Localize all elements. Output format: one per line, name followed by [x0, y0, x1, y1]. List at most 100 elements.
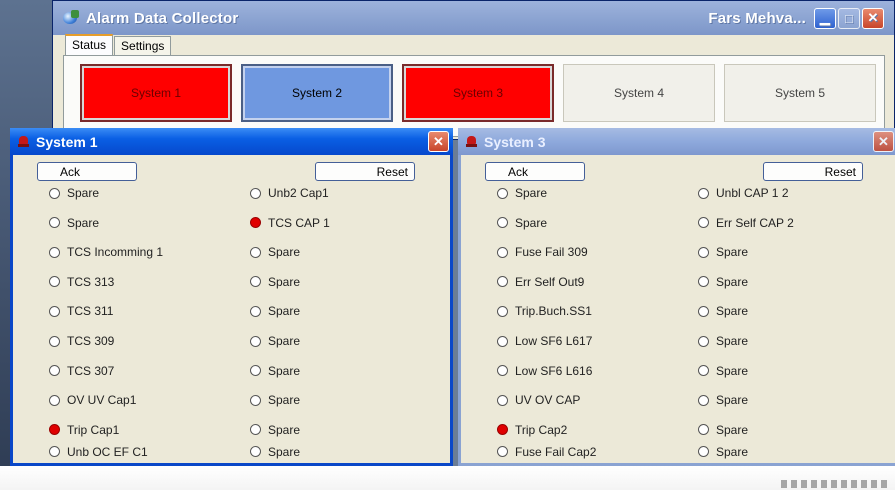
tab-status[interactable]: Status — [65, 34, 114, 55]
alarm-item[interactable]: Spare — [698, 423, 748, 437]
alarm-indicator[interactable] — [497, 187, 508, 199]
alarm-indicator[interactable] — [250, 365, 261, 377]
alarm-item[interactable]: Trip Cap2 — [497, 423, 567, 437]
alarm-item[interactable]: Unb2 Cap1 — [250, 186, 329, 200]
alarm-indicator[interactable] — [698, 365, 709, 377]
alarm-item[interactable]: TCS Incomming 1 — [49, 245, 163, 259]
alarm-item[interactable]: TCS 311 — [49, 304, 113, 318]
alarm-indicator-active[interactable] — [497, 424, 508, 436]
alarm-item[interactable]: Spare — [698, 334, 748, 348]
alarm-item[interactable]: TCS 307 — [49, 364, 114, 378]
main-titlebar[interactable]: Alarm Data Collector Fars Mehva... ▁ □ ✕ — [53, 1, 894, 35]
alarm-item[interactable]: Err Self Out9 — [497, 275, 584, 289]
alarm-indicator[interactable] — [497, 446, 508, 458]
system-3-titlebar[interactable]: System 3 ✕ — [458, 128, 895, 155]
alarm-item[interactable]: Spare — [497, 186, 547, 200]
system-4-button[interactable]: System 4 — [563, 64, 715, 122]
alarm-indicator[interactable] — [49, 217, 60, 229]
alarm-item[interactable]: Err Self CAP 2 — [698, 216, 794, 230]
alarm-item[interactable]: Spare — [250, 304, 300, 318]
alarm-indicator[interactable] — [497, 335, 508, 347]
system-5-button[interactable]: System 5 — [724, 64, 876, 122]
alarm-indicator[interactable] — [49, 246, 60, 258]
alarm-indicator-active[interactable] — [49, 424, 60, 436]
alarm-item[interactable]: Spare — [698, 245, 748, 259]
tab-settings[interactable]: Settings — [114, 36, 172, 55]
alarm-item[interactable]: Spare — [698, 364, 748, 378]
alarm-indicator[interactable] — [698, 335, 709, 347]
alarm-item[interactable]: Spare — [698, 445, 748, 459]
alarm-indicator[interactable] — [698, 276, 709, 288]
alarm-item[interactable]: Spare — [698, 275, 748, 289]
alarm-item[interactable]: Spare — [49, 216, 99, 230]
alarm-item[interactable]: Spare — [49, 186, 99, 200]
system-3-ack-button[interactable]: Ack — [485, 162, 585, 181]
alarm-indicator[interactable] — [698, 246, 709, 258]
alarm-item[interactable]: OV UV Cap1 — [49, 393, 136, 407]
alarm-item[interactable]: Spare — [250, 275, 300, 289]
alarm-indicator[interactable] — [250, 446, 261, 458]
alarm-item[interactable]: Trip Cap1 — [49, 423, 119, 437]
alarm-indicator[interactable] — [49, 276, 60, 288]
alarm-label: TCS 313 — [67, 274, 115, 289]
close-button[interactable]: ✕ — [862, 7, 884, 29]
alarm-item[interactable]: Spare — [250, 445, 300, 459]
alarm-indicator[interactable] — [497, 246, 508, 258]
maximize-button[interactable]: □ — [838, 7, 860, 29]
alarm-indicator[interactable] — [49, 187, 60, 199]
alarm-indicator[interactable] — [497, 276, 508, 288]
alarm-item[interactable]: Trip.Buch.SS1 — [497, 304, 592, 318]
alarm-indicator[interactable] — [250, 394, 261, 406]
alarm-indicator[interactable] — [250, 335, 261, 347]
alarm-indicator[interactable] — [698, 305, 709, 317]
alarm-item[interactable]: Unbl CAP 1 2 — [698, 186, 789, 200]
alarm-indicator[interactable] — [698, 424, 709, 436]
alarm-indicator[interactable] — [250, 187, 261, 199]
alarm-indicator[interactable] — [250, 246, 261, 258]
alarm-item[interactable]: Fuse Fail Cap2 — [497, 445, 596, 459]
alarm-indicator[interactable] — [250, 424, 261, 436]
alarm-item[interactable]: Spare — [698, 393, 748, 407]
system-1-reset-button[interactable]: Reset — [315, 162, 415, 181]
alarm-item[interactable]: Unb OC EF C1 — [49, 445, 148, 459]
alarm-indicator[interactable] — [250, 305, 261, 317]
alarm-item[interactable]: Spare — [698, 304, 748, 318]
alarm-indicator[interactable] — [497, 217, 508, 229]
alarm-indicator-active[interactable] — [250, 217, 261, 229]
alarm-indicator[interactable] — [698, 446, 709, 458]
alarm-item[interactable]: Low SF6 L617 — [497, 334, 592, 348]
alarm-indicator[interactable] — [698, 187, 709, 199]
alarm-item[interactable]: Spare — [497, 216, 547, 230]
alarm-item[interactable]: Fuse Fail 309 — [497, 245, 588, 259]
system-1-ack-button[interactable]: Ack — [37, 162, 137, 181]
alarm-indicator[interactable] — [698, 394, 709, 406]
alarm-indicator[interactable] — [698, 217, 709, 229]
alarm-item[interactable]: Low SF6 L616 — [497, 364, 592, 378]
alarm-indicator[interactable] — [497, 394, 508, 406]
alarm-item[interactable]: Spare — [250, 393, 300, 407]
minimize-button[interactable]: ▁ — [814, 7, 836, 29]
system-3-button[interactable]: System 3 — [402, 64, 554, 122]
alarm-item[interactable]: TCS 313 — [49, 275, 114, 289]
system-1-button[interactable]: System 1 — [80, 64, 232, 122]
system-3-close-button[interactable]: ✕ — [873, 131, 894, 152]
alarm-indicator[interactable] — [250, 276, 261, 288]
alarm-item[interactable]: TCS CAP 1 — [250, 216, 330, 230]
system-3-reset-button[interactable]: Reset — [763, 162, 863, 181]
alarm-item[interactable]: Spare — [250, 245, 300, 259]
alarm-indicator[interactable] — [497, 365, 508, 377]
system-2-button[interactable]: System 2 — [241, 64, 393, 122]
alarm-indicator[interactable] — [49, 305, 60, 317]
alarm-indicator[interactable] — [49, 365, 60, 377]
alarm-indicator[interactable] — [497, 305, 508, 317]
alarm-indicator[interactable] — [49, 394, 60, 406]
alarm-item[interactable]: TCS 309 — [49, 334, 114, 348]
alarm-item[interactable]: Spare — [250, 364, 300, 378]
alarm-item[interactable]: Spare — [250, 334, 300, 348]
system-1-close-button[interactable]: ✕ — [428, 131, 449, 152]
alarm-indicator[interactable] — [49, 335, 60, 347]
alarm-item[interactable]: Spare — [250, 423, 300, 437]
alarm-item[interactable]: UV OV CAP — [497, 393, 580, 407]
system-1-titlebar[interactable]: System 1 ✕ — [10, 128, 453, 155]
alarm-indicator[interactable] — [49, 446, 60, 458]
